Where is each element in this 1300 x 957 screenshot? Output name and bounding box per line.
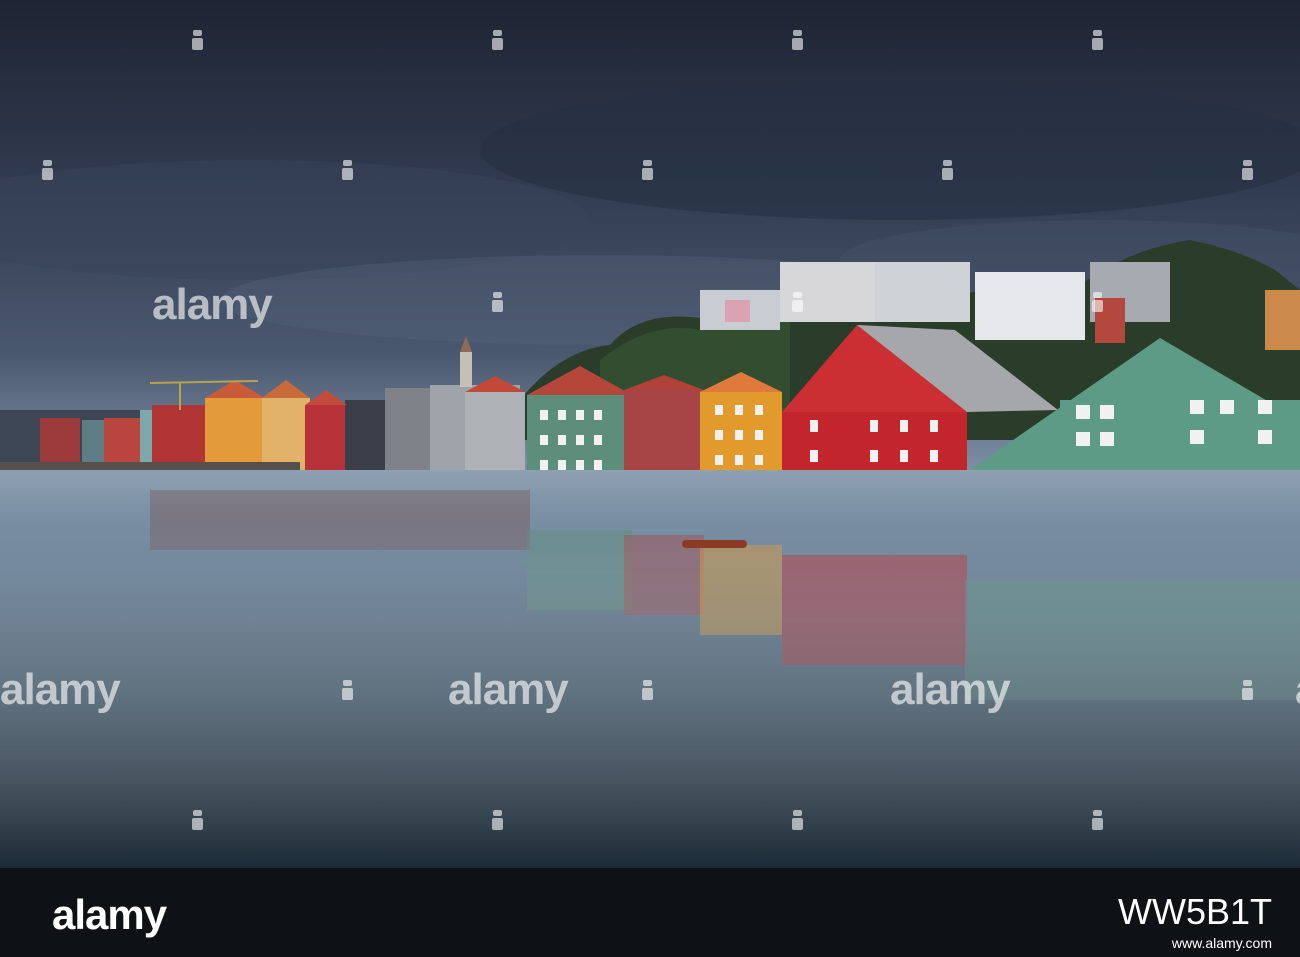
alamy-a-icon [1092,30,1103,50]
alamy-a-icon [192,810,203,830]
alamy-a-icon [642,160,653,180]
house [345,400,385,472]
image-stage: alamy alamy alamy alamy alamy alamy WW5B… [0,0,1300,957]
alamy-a-icon [492,30,503,50]
alamy-a-icon [1092,810,1103,830]
house [305,405,347,473]
stock-photo: alamy alamy alamy alamy alamy [0,0,1300,868]
watermark-text: alamy [152,280,273,329]
hill-building [725,300,750,322]
rowboat [682,540,747,548]
footer-logo: alamy [52,891,167,938]
church-tower [460,352,472,387]
alamy-a-icon [42,160,53,180]
alamy-a-icon [792,292,803,312]
house [385,388,435,470]
house [152,405,207,467]
alamy-a-icon [342,160,353,180]
watermark-text: alamy [1295,668,1300,712]
footer-bar: alamy WW5B1T www.alamy.com [0,868,1300,957]
alamy-a-icon [942,160,953,180]
hill-building [1265,290,1300,350]
alamy-a-icon [492,292,503,312]
watermark-text: alamy [448,665,569,714]
alamy-a-icon [342,680,353,700]
footer-url: www.alamy.com [1171,935,1272,951]
alamy-a-icon [792,810,803,830]
alamy-a-icon [792,30,803,50]
watermark-text: alamy [0,665,121,714]
alamy-a-icon [1092,292,1103,312]
watermark-text: alamy [890,665,1011,714]
image-id: WW5B1T [1117,891,1272,932]
house [40,418,80,463]
alamy-a-icon [1242,160,1253,180]
alamy-a-icon [492,810,503,830]
house [104,418,140,463]
alamy-a-icon [1242,680,1253,700]
hill-building [875,262,970,322]
house [82,420,104,464]
hill-building [975,272,1085,340]
house [262,398,310,472]
house [465,392,525,472]
cloud [480,80,1300,220]
alamy-a-icon [192,30,203,50]
alamy-a-icon [642,680,653,700]
house [205,398,265,470]
